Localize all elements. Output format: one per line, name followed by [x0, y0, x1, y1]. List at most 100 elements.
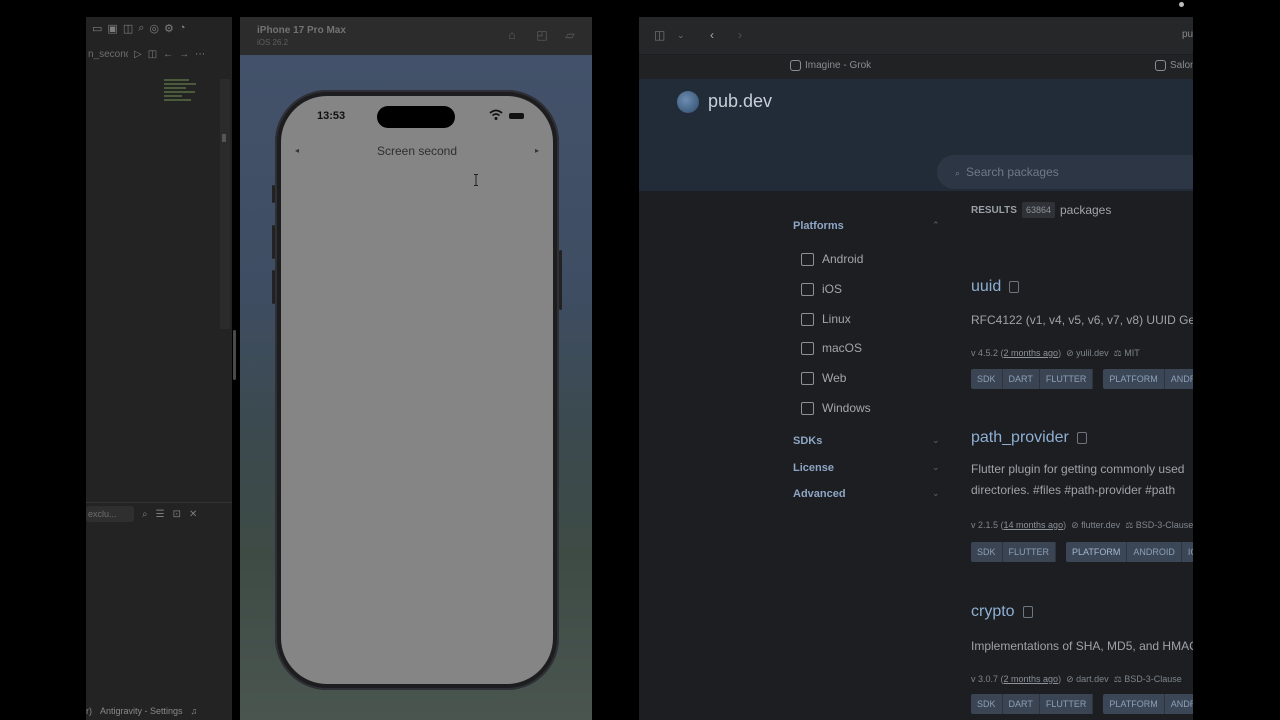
- package-age-link[interactable]: 2 months ago: [1004, 348, 1059, 358]
- panel-filter-input[interactable]: exclu...: [86, 506, 134, 522]
- tag[interactable]: FLUTTER: [1040, 369, 1094, 389]
- chevron-down-icon[interactable]: ⌄: [932, 488, 940, 499]
- platform-web-checkbox[interactable]: Web: [801, 371, 846, 385]
- ide-window: ▭ ▣ ◫ ⌕ ◎ ⚙ ◔ n_second ▷ ◫ ← → ⋯ exclu..…: [86, 17, 232, 720]
- checkbox-icon[interactable]: [801, 401, 814, 415]
- back-icon[interactable]: ‹: [710, 28, 714, 42]
- status-settings-text[interactable]: Antigravity - Settings: [100, 706, 183, 716]
- back-arrow-icon[interactable]: ←: [163, 49, 173, 60]
- rotate-icon[interactable]: ▱: [563, 28, 577, 42]
- copy-icon[interactable]: [1022, 606, 1033, 618]
- tag[interactable]: PLATFORM: [1103, 369, 1165, 389]
- copy-icon[interactable]: [1076, 432, 1087, 444]
- package-name[interactable]: crypto: [971, 603, 1015, 621]
- chevron-up-icon[interactable]: ⌃: [932, 220, 940, 231]
- tag[interactable]: SDK: [971, 542, 1003, 562]
- package-publisher[interactable]: dart.dev: [1076, 674, 1109, 684]
- package-age-link[interactable]: 2 months ago: [1004, 674, 1059, 684]
- status-left-text[interactable]: r): [86, 706, 92, 716]
- package-title-crypto[interactable]: crypto: [971, 603, 1033, 621]
- package-title-path-provider[interactable]: path_provider: [971, 429, 1087, 447]
- nav-forward-icon[interactable]: ▸: [535, 146, 539, 155]
- split-icon[interactable]: ◫: [148, 49, 157, 60]
- package-title-uuid[interactable]: uuid: [971, 278, 1020, 296]
- checkbox-icon[interactable]: [801, 371, 814, 385]
- run-icon[interactable]: ▷: [134, 49, 142, 60]
- tag[interactable]: ANDROID: [1127, 542, 1182, 562]
- minimap[interactable]: [164, 79, 200, 111]
- recording-indicator: [1179, 2, 1184, 7]
- home-icon[interactable]: ⌂: [505, 28, 519, 42]
- close-icon[interactable]: ✕: [189, 509, 197, 520]
- volume-up-button[interactable]: [272, 225, 275, 259]
- search-input[interactable]: ⌕ Search packages: [937, 155, 1193, 189]
- platform-linux-checkbox[interactable]: Linux: [801, 312, 851, 326]
- license-filter-header[interactable]: License: [793, 462, 834, 474]
- bell-icon[interactable]: ♫: [191, 706, 198, 716]
- split-editor-icon[interactable]: ◫: [123, 22, 133, 35]
- package-age-link[interactable]: 14 months ago: [1004, 520, 1064, 530]
- tag[interactable]: SDK: [971, 369, 1003, 389]
- forward-arrow-icon[interactable]: →: [179, 49, 189, 60]
- phone-screen[interactable]: 13:53 ◂ Screen second ▸: [281, 96, 553, 684]
- extensions-icon[interactable]: ◎: [149, 22, 159, 35]
- sdks-filter-header[interactable]: SDKs: [793, 435, 822, 447]
- tag[interactable]: PLATFORM: [1103, 694, 1165, 714]
- tag[interactable]: PLATFORM: [1066, 542, 1128, 562]
- copy-icon[interactable]: [1009, 281, 1020, 293]
- package-publisher[interactable]: flutter.dev: [1081, 520, 1120, 530]
- platform-windows-checkbox[interactable]: Windows: [801, 401, 871, 415]
- address-bar[interactable]: pu: [1182, 29, 1193, 40]
- platform-android-checkbox[interactable]: Android: [801, 252, 863, 266]
- ide-resize-handle[interactable]: [233, 330, 236, 380]
- tag[interactable]: FLUTTER: [1003, 542, 1057, 562]
- package-name[interactable]: uuid: [971, 278, 1001, 296]
- checkbox-icon[interactable]: [801, 252, 814, 266]
- tag[interactable]: DART: [1003, 694, 1040, 714]
- editor-scrollbar[interactable]: [220, 79, 230, 329]
- wifi-icon: [489, 109, 503, 120]
- checkbox-icon[interactable]: [801, 282, 814, 296]
- advanced-filter-header[interactable]: Advanced: [793, 488, 846, 500]
- search-icon[interactable]: ⌕: [138, 22, 144, 35]
- tag[interactable]: ANDROI: [1165, 369, 1193, 389]
- platforms-filter-header[interactable]: Platforms: [793, 220, 844, 232]
- account-icon[interactable]: ◔: [179, 22, 186, 34]
- side-button[interactable]: [559, 250, 562, 310]
- tag[interactable]: DART: [1003, 369, 1040, 389]
- gear-icon[interactable]: ⚙: [164, 22, 174, 35]
- action-button[interactable]: [272, 185, 275, 203]
- results-number: 63864: [1021, 202, 1055, 218]
- checkbox-icon[interactable]: [801, 341, 814, 355]
- tag[interactable]: ANDROI: [1165, 694, 1193, 714]
- platform-ios-checkbox[interactable]: iOS: [801, 282, 842, 296]
- tab-grok[interactable]: Imagine - Grok: [790, 60, 871, 71]
- editor-tab-name[interactable]: n_second: [88, 49, 128, 60]
- explorer-icon[interactable]: ▭: [92, 22, 102, 35]
- chevron-down-icon[interactable]: ⌄: [932, 462, 940, 473]
- site-name[interactable]: pub.dev: [708, 91, 772, 112]
- checkbox-icon[interactable]: [801, 312, 814, 326]
- screenshot-icon[interactable]: ◰: [535, 28, 549, 42]
- tag[interactable]: IOS: [1182, 542, 1193, 562]
- dart-logo-icon[interactable]: [677, 91, 699, 113]
- tag[interactable]: FLUTTER: [1040, 694, 1094, 714]
- sidebar-toggle-icon[interactable]: ◫: [654, 28, 665, 42]
- platform-macos-checkbox[interactable]: macOS: [801, 341, 862, 355]
- filter-search-icon[interactable]: ⌕: [142, 509, 148, 520]
- tag[interactable]: SDK: [971, 694, 1003, 714]
- panel-toolbar: exclu... ⌕ ☰ ⊡ ✕: [86, 504, 232, 524]
- package-publisher[interactable]: yulil.dev: [1076, 348, 1109, 358]
- package-tags: SDK FLUTTER PLATFORM ANDROID IOS: [971, 542, 1193, 562]
- more-icon[interactable]: ⋯: [195, 49, 205, 60]
- tab-salon[interactable]: Salon: [1155, 60, 1193, 71]
- maximize-panel-icon[interactable]: ⊡: [173, 509, 181, 520]
- package-name[interactable]: path_provider: [971, 429, 1069, 447]
- description-line: Flutter plugin for getting commonly used: [971, 462, 1185, 476]
- volume-down-button[interactable]: [272, 270, 275, 304]
- forward-icon[interactable]: ›: [738, 28, 742, 42]
- chevron-down-icon[interactable]: ⌄: [677, 30, 685, 41]
- layout-panel-icon[interactable]: ▣: [107, 22, 117, 35]
- chevron-down-icon[interactable]: ⌄: [932, 435, 940, 446]
- list-icon[interactable]: ☰: [156, 509, 165, 520]
